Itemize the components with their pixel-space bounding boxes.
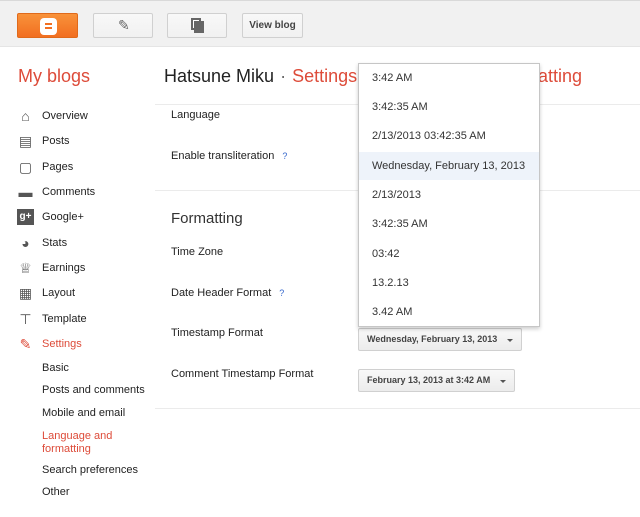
dropdown-option-selected[interactable]: Wednesday, February 13, 2013 — [359, 152, 539, 180]
section-divider — [155, 408, 640, 409]
formatting-heading: Formatting — [171, 210, 243, 227]
dropdown-option[interactable]: 13.2.13 — [359, 269, 539, 297]
blog-name: Hatsune Miku — [164, 66, 275, 86]
layout-icon: ▦ — [18, 285, 33, 301]
date-header-label: Date Header Format — [171, 287, 272, 299]
sidebar-item-label: Pages — [42, 161, 74, 173]
section-name: Settings — [292, 66, 358, 86]
pencil-icon: ✎ — [118, 17, 130, 33]
settings-sub-other[interactable]: Other — [42, 486, 70, 499]
my-blogs-link[interactable]: My blogs — [18, 66, 90, 87]
settings-sub-mobile-email[interactable]: Mobile and email — [42, 407, 125, 420]
comment-timestamp-format-select[interactable]: February 13, 2013 at 3:42 AM — [358, 369, 515, 392]
dropdown-option[interactable]: 03:42 — [359, 240, 539, 268]
dropdown-option[interactable]: 2/13/2013 — [359, 181, 539, 209]
pages-icon: ▢ — [18, 159, 33, 175]
sidebar-item-label: Stats — [42, 237, 68, 249]
home-icon: ⌂ — [21, 108, 30, 124]
comment-timestamp-label: Comment Timestamp Format — [171, 368, 314, 380]
transliteration-row: Enable transliteration? — [171, 150, 287, 162]
dropdown-option[interactable]: 3:42:35 AM — [359, 210, 539, 238]
timestamp-format-value: Wednesday, February 13, 2013 — [367, 334, 498, 344]
settings-sub-basic[interactable]: Basic — [42, 362, 69, 375]
settings-sub-search-preferences[interactable]: Search preferences — [42, 464, 138, 477]
date-header-row: Date Header Format? — [171, 287, 284, 299]
pages-icon — [191, 18, 204, 33]
timestamp-format-select[interactable]: Wednesday, February 13, 2013 — [358, 328, 522, 351]
comment-timestamp-format-value: February 13, 2013 at 3:42 AM — [367, 375, 491, 385]
sidebar-item-label: Earnings — [42, 262, 86, 274]
new-post-button[interactable]: ✎ — [93, 13, 153, 38]
wrench-icon: ✎ — [19, 336, 32, 352]
language-label: Language — [171, 109, 220, 121]
posts-icon: ▤ — [18, 133, 33, 149]
chevron-down-icon — [500, 380, 506, 383]
section-name-tail: atting — [538, 66, 583, 86]
transliteration-label: Enable transliteration — [171, 150, 275, 162]
blogger-icon — [40, 18, 57, 35]
chevron-down-icon — [507, 339, 513, 342]
comment-icon: ▬ — [18, 184, 33, 200]
help-icon[interactable]: ? — [279, 288, 284, 298]
sidebar-item-label: Settings — [42, 338, 82, 350]
dropdown-option[interactable]: 3.42 AM — [359, 298, 539, 326]
page-title: Hatsune Miku · Settings — [164, 66, 357, 87]
blogger-logo-button[interactable] — [17, 13, 78, 38]
timestamp-format-dropdown: 3:42 AM 3:42:35 AM 2/13/2013 03:42:35 AM… — [358, 63, 540, 327]
trophy-icon: ♕ — [19, 260, 32, 276]
sidebar-item-label: Posts — [42, 135, 70, 147]
dropdown-option[interactable]: 3:42:35 AM — [359, 93, 539, 121]
dropdown-option[interactable]: 2/13/2013 03:42:35 AM — [359, 122, 539, 150]
dropdown-option[interactable]: 3:42 AM — [359, 64, 539, 92]
sidebar-item-label: Google+ — [42, 211, 84, 223]
settings-sub-posts-comments[interactable]: Posts and comments — [42, 384, 145, 397]
sidebar-item-label: Comments — [42, 186, 96, 198]
help-icon[interactable]: ? — [282, 151, 287, 161]
timestamp-label: Timestamp Format — [171, 327, 263, 339]
posts-list-button[interactable] — [167, 13, 227, 38]
google-plus-icon: g+ — [17, 209, 34, 225]
time-zone-label: Time Zone — [171, 246, 224, 258]
settings-sub-language-formatting[interactable]: Language and formatting — [42, 430, 142, 456]
view-blog-button[interactable]: View blog — [242, 13, 303, 38]
sidebar-item-label: Overview — [42, 110, 88, 122]
pie-chart-icon: ◕ — [21, 235, 30, 251]
sidebar-item-label: Template — [42, 313, 87, 325]
top-toolbar: ✎ View blog — [0, 0, 640, 47]
paint-roller-icon: ⊤ — [19, 311, 32, 327]
sidebar-item-label: Layout — [42, 287, 76, 299]
title-separator: · — [280, 66, 287, 86]
